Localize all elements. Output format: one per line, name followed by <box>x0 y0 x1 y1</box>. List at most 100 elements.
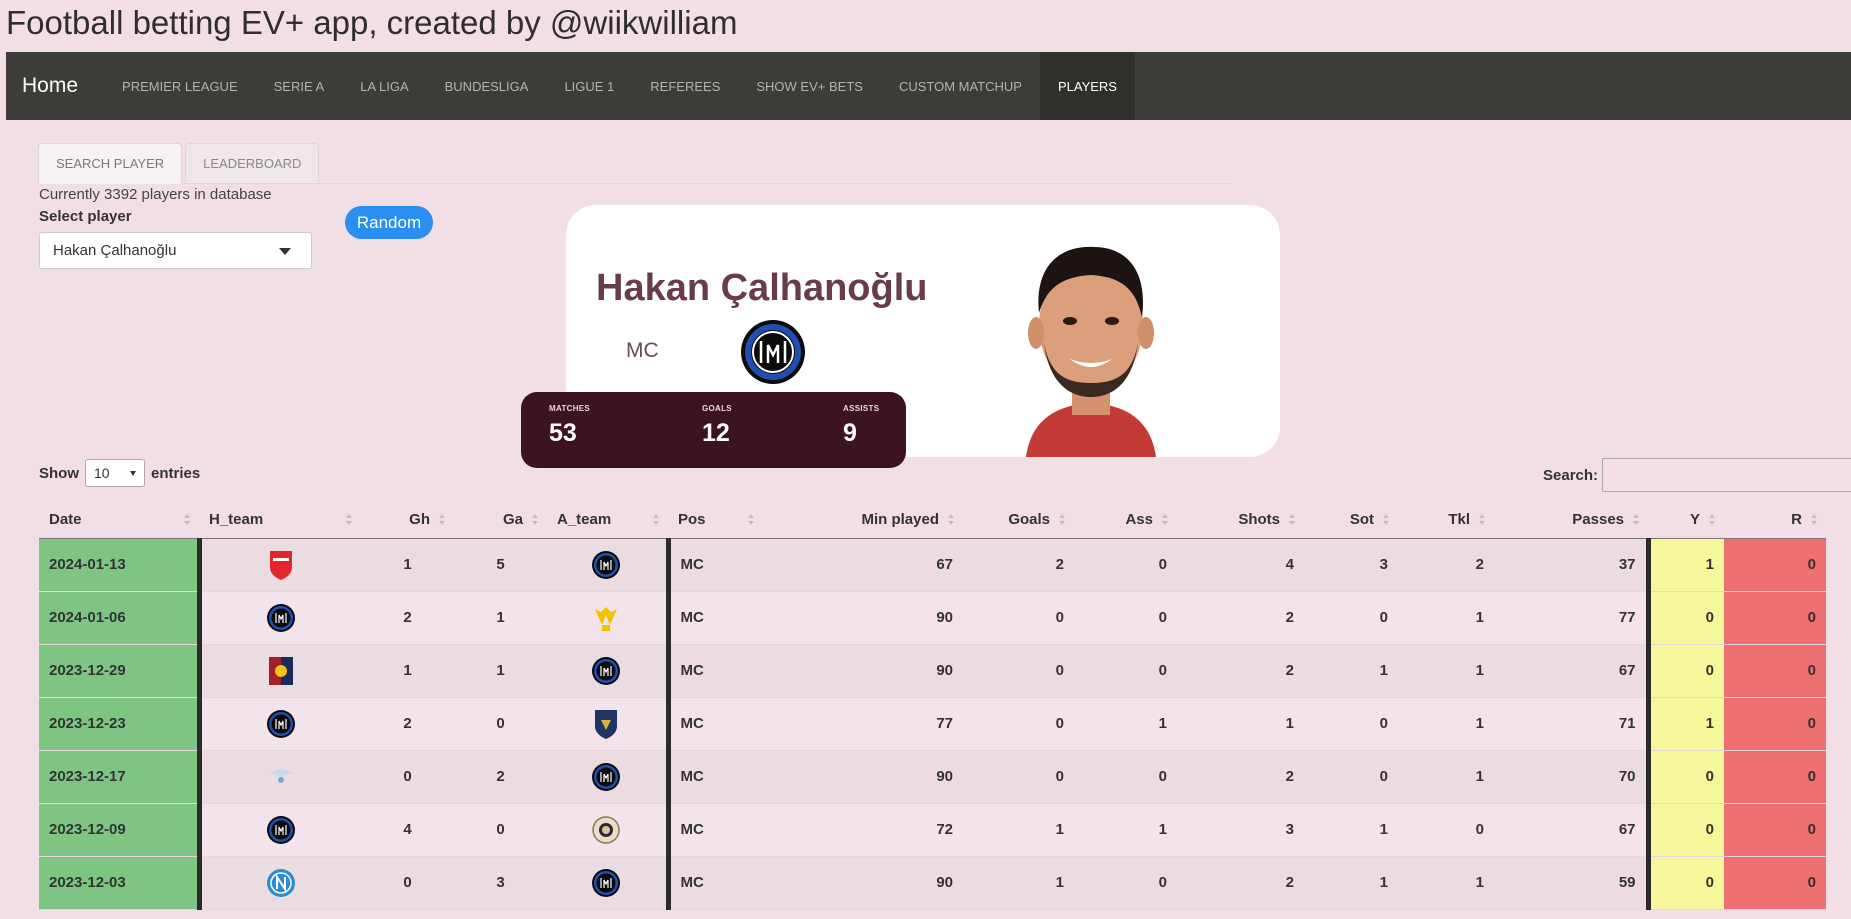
inter-crest-icon <box>590 762 622 792</box>
goals-cell: 0 <box>963 750 1074 804</box>
column-header-pos[interactable]: Pos <box>668 502 763 539</box>
nav-item-ligue-1[interactable]: LIGUE 1 <box>546 52 632 120</box>
tab-search-player[interactable]: SEARCH PLAYER <box>38 143 183 184</box>
home-team-cell <box>196 644 361 698</box>
inter-crest-icon <box>265 603 297 633</box>
napoli-crest-icon <box>265 868 297 898</box>
minutes-cell: 77 <box>763 697 963 751</box>
shots-on-target-cell: 0 <box>1304 750 1398 804</box>
away-goals-cell: 3 <box>454 856 547 910</box>
tackles-cell: 0 <box>1398 803 1494 857</box>
stat-assists-label: ASSISTS <box>843 404 880 413</box>
stat-goals-label: GOALS <box>702 404 732 413</box>
yellow-cards-cell: 0 <box>1645 803 1724 857</box>
nav-home-link[interactable]: Home <box>6 52 104 120</box>
stat-assists-value: 9 <box>843 419 857 447</box>
nav-item-bundesliga[interactable]: BUNDESLIGA <box>427 52 547 120</box>
column-header-shots[interactable]: Shots <box>1177 502 1304 539</box>
stat-matches-value: 53 <box>549 419 577 447</box>
minutes-cell: 90 <box>763 856 963 910</box>
table-row: 2023-12-09 4 0 MC 72 1 1 3 1 0 67 0 0 <box>39 803 1826 857</box>
position-cell: MC <box>665 538 763 592</box>
show-label: Show <box>39 464 79 482</box>
home-goals-cell: 1 <box>361 538 454 592</box>
shots-on-target-cell: 1 <box>1304 856 1398 910</box>
random-button[interactable]: Random <box>345 206 433 239</box>
red-cards-cell: 0 <box>1724 856 1826 910</box>
show-entries-control: Show 10 entries <box>39 459 200 487</box>
shots-on-target-cell: 0 <box>1304 591 1398 645</box>
verona-crest-icon <box>590 603 622 633</box>
column-header-passes[interactable]: Passes <box>1494 502 1648 539</box>
shots-on-target-cell: 1 <box>1304 803 1398 857</box>
inter-crest-icon <box>590 656 622 686</box>
app-title: Football betting EV+ app, created by @wi… <box>6 4 738 41</box>
yellow-cards-cell: 0 <box>1645 591 1724 645</box>
column-header-date[interactable]: Date <box>39 502 199 539</box>
nav-item-players[interactable]: PLAYERS <box>1039 52 1135 120</box>
column-header-ga[interactable]: Ga <box>454 502 547 539</box>
table-row: 2023-12-23 2 0 MC 77 0 1 1 0 1 71 1 0 <box>39 697 1826 751</box>
assists-cell: 0 <box>1074 591 1177 645</box>
red-cards-cell: 0 <box>1724 644 1826 698</box>
nav-item-la-liga[interactable]: LA LIGA <box>342 52 426 120</box>
column-header-a-team[interactable]: A_team <box>547 502 668 539</box>
column-header-y[interactable]: Y <box>1648 502 1724 539</box>
sort-icon <box>1479 514 1486 526</box>
column-header-sot[interactable]: Sot <box>1304 502 1398 539</box>
shots-cell: 4 <box>1177 538 1304 592</box>
tab-leaderboard[interactable]: LEADERBOARD <box>185 143 320 184</box>
yellow-cards-cell: 0 <box>1645 644 1724 698</box>
sort-icon <box>1059 514 1066 526</box>
shots-on-target-cell: 0 <box>1304 697 1398 751</box>
column-header-r[interactable]: R <box>1724 502 1826 539</box>
nav-item-premier-league[interactable]: PREMIER LEAGUE <box>104 52 256 120</box>
player-select-value: Hakan Çalhanoğlu <box>53 242 177 259</box>
player-select-dropdown[interactable]: Hakan Çalhanoğlu <box>39 232 312 269</box>
column-header-h-team[interactable]: H_team <box>199 502 361 539</box>
home-team-cell <box>196 591 361 645</box>
home-goals-cell: 1 <box>361 644 454 698</box>
assists-cell: 0 <box>1074 538 1177 592</box>
minutes-cell: 90 <box>763 750 963 804</box>
sort-icon <box>948 514 955 526</box>
nav-item-serie-a[interactable]: SERIE A <box>256 52 343 120</box>
column-header-tkl[interactable]: Tkl <box>1398 502 1494 539</box>
sort-icon <box>532 514 539 526</box>
yellow-cards-cell: 0 <box>1645 856 1724 910</box>
nav-item-custom-matchup[interactable]: CUSTOM MATCHUP <box>881 52 1040 120</box>
database-count-text: Currently 3392 players in database <box>39 186 272 203</box>
chevron-down-icon <box>279 248 291 255</box>
inter-crest-icon <box>265 815 297 845</box>
search-input[interactable] <box>1602 458 1851 492</box>
yellow-cards-cell: 1 <box>1645 697 1724 751</box>
stat-matches: MATCHES 53 <box>549 404 590 448</box>
away-goals-cell: 0 <box>454 803 547 857</box>
minutes-cell: 90 <box>763 644 963 698</box>
column-header-gh[interactable]: Gh <box>361 502 454 539</box>
home-goals-cell: 0 <box>361 750 454 804</box>
sort-icon <box>346 514 353 526</box>
stat-assists: ASSISTS 9 <box>843 404 879 448</box>
inter-crest-icon <box>590 868 622 898</box>
away-team-cell <box>547 697 668 751</box>
player-position: MC <box>626 339 659 362</box>
column-header-ass[interactable]: Ass <box>1074 502 1177 539</box>
column-header-min-played[interactable]: Min played <box>763 502 963 539</box>
position-cell: MC <box>665 644 763 698</box>
nav-item-referees[interactable]: REFEREES <box>632 52 738 120</box>
passes-cell: 70 <box>1494 750 1648 804</box>
sort-icon <box>1289 514 1296 526</box>
entries-select[interactable]: 10 <box>85 459 145 487</box>
entries-select-value: 10 <box>94 465 110 481</box>
assists-cell: 0 <box>1074 644 1177 698</box>
shots-cell: 2 <box>1177 856 1304 910</box>
passes-cell: 67 <box>1494 803 1648 857</box>
sort-icon <box>748 514 755 526</box>
stat-goals-value: 12 <box>702 419 730 447</box>
select-player-label: Select player <box>39 208 132 225</box>
shots-on-target-cell: 3 <box>1304 538 1398 592</box>
column-header-goals[interactable]: Goals <box>963 502 1074 539</box>
minutes-cell: 90 <box>763 591 963 645</box>
nav-item-show-ev-bets[interactable]: SHOW EV+ BETS <box>738 52 881 120</box>
